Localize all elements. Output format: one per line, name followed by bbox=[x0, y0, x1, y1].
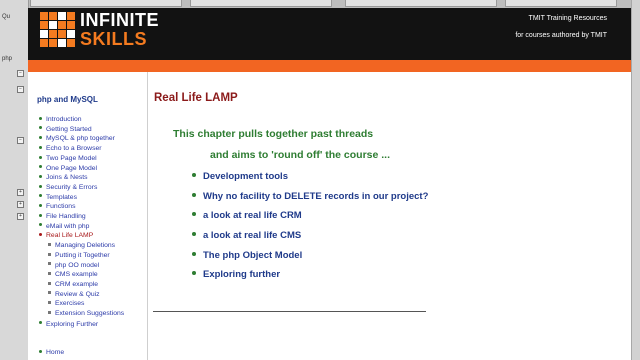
nav-item-real-life-lamp[interactable]: Real Life LAMP bbox=[39, 232, 93, 239]
bullet-icon bbox=[39, 223, 42, 227]
content-pane: Real Life LAMP This chapter pulls togeth… bbox=[148, 72, 631, 360]
nav-item-joins[interactable]: Joins & Nests bbox=[39, 174, 88, 181]
bullet-icon bbox=[192, 173, 196, 178]
topic-item: Exploring further bbox=[192, 269, 280, 280]
bullet-icon bbox=[192, 271, 196, 276]
browser-tab[interactable] bbox=[345, 0, 497, 7]
nav-title: php and MySQL bbox=[37, 95, 98, 104]
nav-item-templates[interactable]: Templates bbox=[39, 194, 77, 201]
logo-text: SKILLS bbox=[80, 29, 148, 49]
nav-item-file-handling[interactable]: File Handling bbox=[39, 213, 86, 220]
intro-text: This chapter pulls together past threads bbox=[173, 128, 374, 140]
bullet-icon bbox=[39, 349, 42, 353]
nav-item-security[interactable]: Security & Errors bbox=[39, 184, 97, 191]
bullet-icon bbox=[192, 212, 196, 217]
bullet-icon bbox=[39, 155, 42, 159]
collapse-icon[interactable]: − bbox=[17, 86, 24, 93]
gutter-label: php bbox=[2, 56, 13, 62]
square-bullet-icon bbox=[48, 262, 51, 266]
gutter-label: Qu bbox=[2, 14, 11, 20]
square-bullet-icon bbox=[48, 281, 51, 285]
collapse-icon[interactable]: − bbox=[17, 137, 24, 144]
nav-subitem-cms[interactable]: CMS example bbox=[48, 271, 98, 278]
topic-item: a look at real life CMS bbox=[192, 230, 301, 241]
nav-item-mysql-php[interactable]: MySQL & php together bbox=[39, 135, 115, 142]
collapse-icon[interactable]: − bbox=[17, 70, 24, 77]
bullet-icon bbox=[39, 213, 42, 217]
bullet-icon bbox=[39, 116, 42, 120]
browser-tab[interactable] bbox=[30, 0, 182, 7]
intro-text: and aims to 'round off' the course ... bbox=[210, 149, 391, 161]
bullet-icon bbox=[39, 126, 42, 130]
divider bbox=[153, 311, 426, 312]
square-bullet-icon bbox=[48, 310, 51, 314]
square-bullet-icon bbox=[48, 271, 51, 275]
bullet-icon bbox=[39, 204, 42, 207]
course-nav: php and MySQL Introduction Getting Start… bbox=[28, 72, 148, 360]
bullet-icon bbox=[39, 174, 42, 178]
nav-subitem-extension[interactable]: Extension Suggestions bbox=[48, 310, 124, 317]
bullet-icon bbox=[39, 165, 42, 169]
bullet-icon bbox=[192, 252, 196, 257]
nav-subitem-managing-deletions[interactable]: Managing Deletions bbox=[48, 242, 115, 249]
infinite-skills-logo-icon bbox=[40, 12, 75, 47]
topic-item: Why no facility to DELETE records in our… bbox=[192, 191, 428, 202]
expand-icon[interactable]: + bbox=[17, 189, 24, 196]
logo-text: INFINITE bbox=[80, 10, 159, 30]
expand-icon[interactable]: + bbox=[17, 213, 24, 220]
nav-subitem-php-oo[interactable]: php OO model bbox=[48, 262, 99, 269]
bullet-icon bbox=[192, 232, 196, 237]
browser-tab[interactable] bbox=[190, 0, 332, 7]
bullet-icon bbox=[39, 184, 42, 188]
nav-subitem-putting-together[interactable]: Putting it Together bbox=[48, 252, 110, 259]
vertical-scrollbar[interactable] bbox=[631, 0, 640, 360]
browser-tab-strip bbox=[0, 0, 640, 8]
nav-item-functions[interactable]: Functions bbox=[39, 203, 75, 210]
bullet-icon bbox=[39, 136, 42, 140]
topic-item: Development tools bbox=[192, 171, 288, 182]
nav-item-home[interactable]: Home bbox=[39, 349, 64, 356]
nav-item-introduction[interactable]: Introduction bbox=[39, 116, 82, 123]
site-header: INFINITE SKILLS TMIT Training Resources … bbox=[28, 8, 631, 60]
header-tagline: TMIT Training Resources bbox=[528, 15, 607, 22]
topic-item: a look at real life CRM bbox=[192, 210, 302, 221]
header-subtagline: for courses authored by TMIT bbox=[515, 32, 607, 39]
square-bullet-icon bbox=[48, 291, 51, 295]
bullet-icon bbox=[39, 233, 42, 237]
square-bullet-icon bbox=[48, 252, 51, 256]
expand-icon[interactable]: + bbox=[17, 201, 24, 208]
nav-subitem-exercises[interactable]: Exercises bbox=[48, 300, 84, 307]
nav-subitem-crm[interactable]: CRM example bbox=[48, 281, 98, 288]
bullet-icon bbox=[192, 193, 196, 198]
accent-bar bbox=[28, 60, 631, 72]
bullet-icon bbox=[39, 145, 42, 149]
nav-item-getting-started[interactable]: Getting Started bbox=[39, 126, 92, 133]
nav-item-exploring-further[interactable]: Exploring Further bbox=[39, 321, 98, 328]
nav-item-echo[interactable]: Echo to a Browser bbox=[39, 145, 102, 152]
browser-tab[interactable] bbox=[505, 0, 617, 7]
square-bullet-icon bbox=[48, 242, 51, 246]
left-tool-panel: Qu php − − − + + + bbox=[0, 0, 29, 360]
nav-subitem-review-quiz[interactable]: Review & Quiz bbox=[48, 291, 100, 298]
nav-item-two-page[interactable]: Two Page Model bbox=[39, 155, 97, 162]
page-title: Real Life LAMP bbox=[154, 92, 238, 104]
bullet-icon bbox=[39, 194, 42, 198]
square-bullet-icon bbox=[48, 301, 51, 304]
bullet-icon bbox=[39, 321, 42, 325]
topic-item: The php Object Model bbox=[192, 250, 302, 261]
nav-item-email[interactable]: eMail with php bbox=[39, 223, 89, 230]
nav-item-one-page[interactable]: One Page Model bbox=[39, 165, 97, 172]
